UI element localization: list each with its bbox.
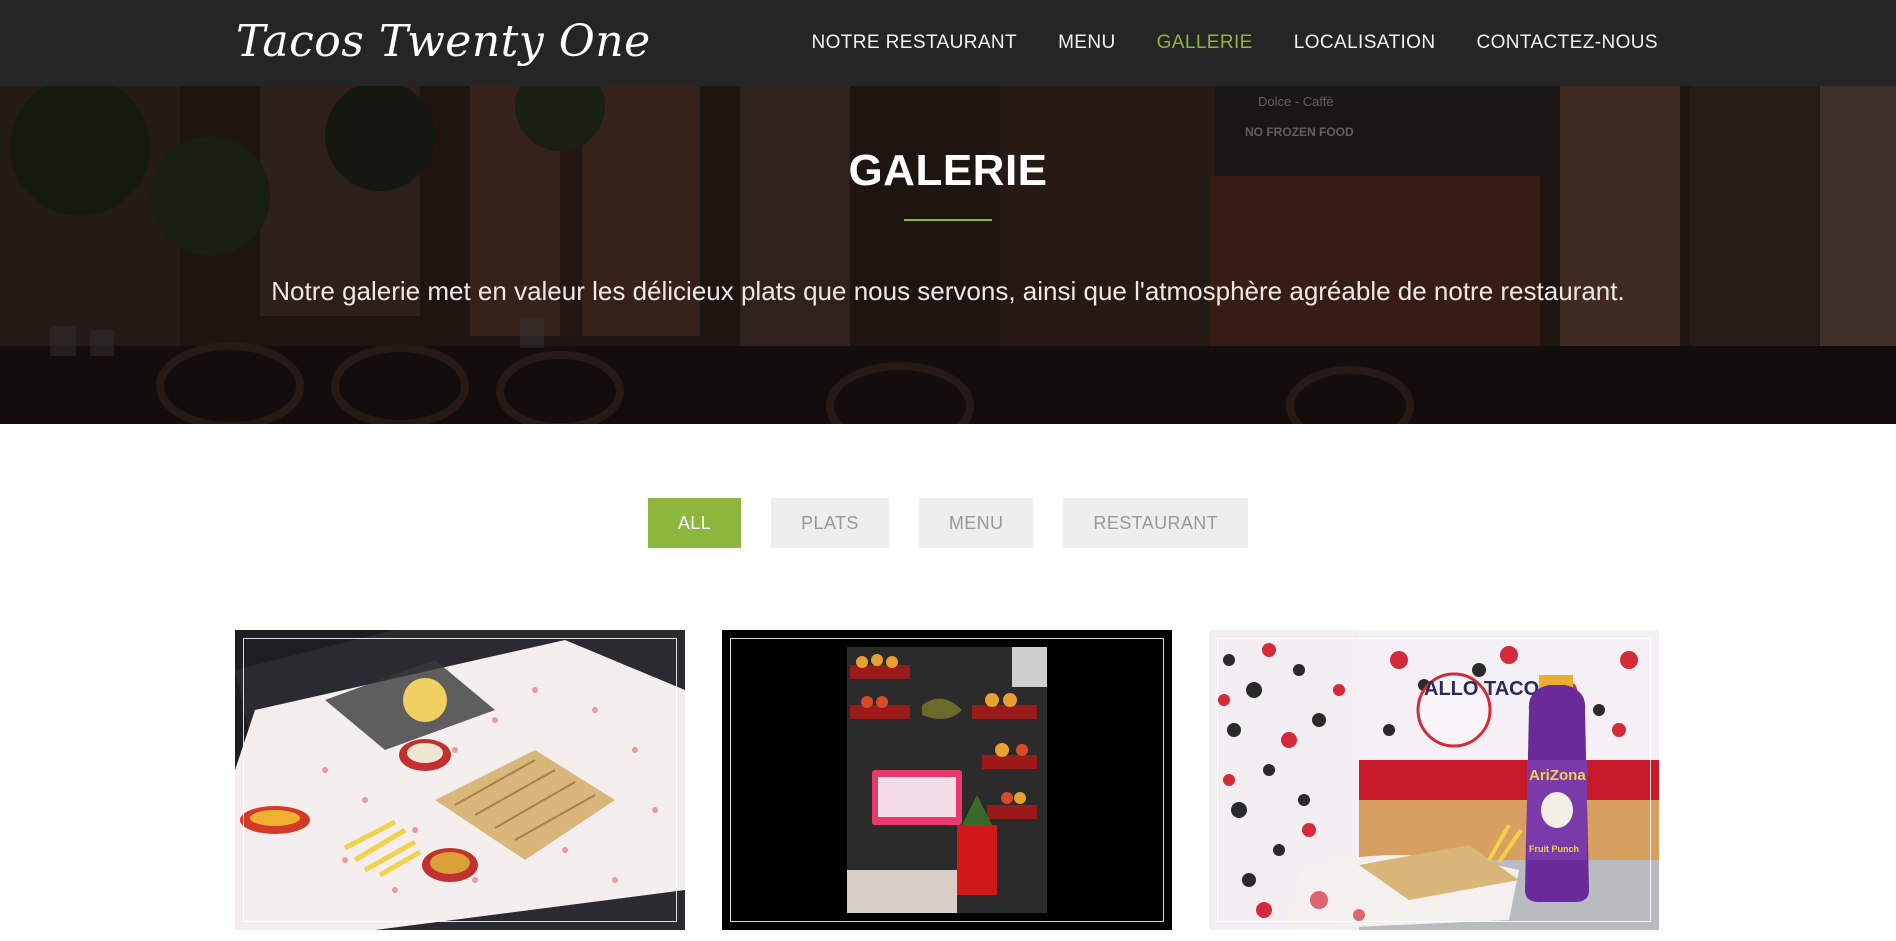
photo-tacos-tray — [235, 630, 685, 930]
page-title: GALERIE — [848, 146, 1048, 195]
nav-item-contactez-nous[interactable]: CONTACTEZ-NOUS — [1476, 32, 1658, 54]
nav-item-gallerie[interactable]: GALLERIE — [1157, 32, 1253, 54]
gallery-item-fruit-display[interactable] — [722, 630, 1172, 930]
navbar: Tacos Twenty One NOTRE RESTAURANT MENU G… — [0, 0, 1896, 86]
photo-bottle-flavor: Fruit Punch — [1529, 844, 1579, 854]
filter-plats-button[interactable]: PLATS — [771, 498, 889, 548]
gallery-filters: ALL PLATS MENU RESTAURANT — [0, 498, 1896, 548]
photo-bottle-brand: AriZona — [1529, 767, 1586, 784]
gallery-item-arizona-bottle[interactable]: ALLO TACOS AriZona Fruit Punch — [1209, 630, 1659, 930]
filter-restaurant-button[interactable]: RESTAURANT — [1063, 498, 1249, 548]
hero-description: Notre galerie met en valeur les délicieu… — [271, 276, 1625, 306]
brand-logo[interactable]: Tacos Twenty One — [236, 12, 651, 72]
title-underline — [904, 219, 992, 221]
nav-item-menu[interactable]: MENU — [1058, 32, 1116, 54]
gallery-item-tacos-tray[interactable] — [235, 630, 685, 930]
gallery-grid: ALLO TACOS AriZona Fruit Punch — [235, 630, 1659, 930]
nav-item-notre-restaurant[interactable]: NOTRE RESTAURANT — [812, 32, 1018, 54]
filter-all-button[interactable]: ALL — [647, 498, 742, 548]
photo-arizona-bottle: ALLO TACOS AriZona Fruit Punch — [1209, 630, 1659, 930]
hero-banner: Dolce - Caffè NO FROZEN FOOD GALERIE Not… — [0, 86, 1896, 424]
photo-fruit-display — [722, 630, 1172, 930]
filter-menu-button[interactable]: MENU — [918, 498, 1034, 548]
main-nav: NOTRE RESTAURANT MENU GALLERIE LOCALISAT… — [771, 0, 1659, 86]
nav-item-localisation[interactable]: LOCALISATION — [1294, 32, 1436, 54]
hero-overlay — [0, 86, 1896, 424]
